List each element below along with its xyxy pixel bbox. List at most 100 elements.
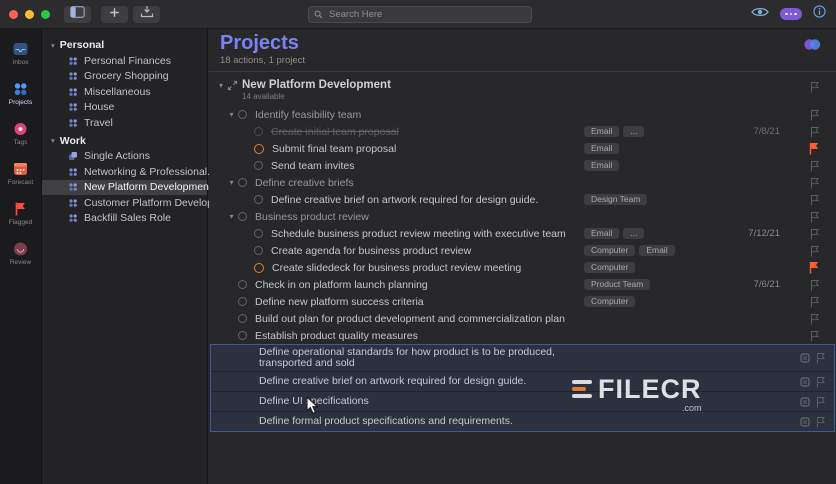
task-row[interactable]: Create initial team proposal Email... 7/8/… — [209, 123, 836, 140]
flag-icon[interactable] — [810, 245, 819, 257]
flag-icon[interactable] — [810, 81, 819, 93]
task-row[interactable]: Create slidedeck for business product re… — [209, 259, 836, 276]
task-row[interactable]: Define new platform success criteria Comp… — [209, 293, 836, 310]
rail-item-flagged[interactable]: Flagged — [0, 200, 41, 226]
task-group-row[interactable]: ▾ Define creative briefs — [209, 174, 836, 191]
sidebar-section-header[interactable]: ▾ Work — [42, 133, 207, 149]
task-row[interactable]: Define creative brief on artwork require… — [209, 191, 836, 208]
task-checkbox[interactable] — [238, 280, 247, 289]
task-title: Create agenda for business product revie… — [271, 244, 472, 257]
task-checkbox[interactable] — [238, 297, 247, 306]
flag-icon[interactable] — [810, 177, 819, 189]
task-checkbox[interactable] — [254, 161, 263, 170]
rail-item-forecast[interactable]: Forecast — [0, 160, 41, 186]
task-checkbox[interactable] — [238, 178, 247, 187]
task-group-row[interactable]: ▾ Business product review — [209, 208, 836, 225]
task-row[interactable]: Define formal product specifications and… — [211, 411, 834, 431]
task-row[interactable]: Check in on platform launch planning Prod… — [209, 276, 836, 293]
task-checkbox[interactable] — [254, 143, 264, 154]
clean-up-button[interactable] — [133, 5, 160, 23]
view-eye-icon[interactable] — [751, 5, 769, 23]
task-row[interactable]: Schedule business product review meeting… — [209, 225, 836, 242]
flag-icon[interactable] — [816, 416, 825, 428]
search-input[interactable] — [327, 8, 526, 21]
add-item-button[interactable] — [101, 5, 128, 23]
task-checkbox[interactable] — [254, 246, 263, 255]
flag-icon[interactable] — [810, 313, 819, 325]
sidebar-item[interactable]: Personal Finances — [42, 53, 207, 69]
task-checkbox[interactable] — [238, 314, 247, 323]
sidebar-item[interactable]: Networking & Professional... — [42, 164, 216, 180]
task-row[interactable]: Establish product quality measures — [209, 327, 836, 344]
flag-icon[interactable] — [810, 228, 819, 240]
flag-icon[interactable] — [809, 261, 819, 274]
sidebar-item[interactable]: Travel — [42, 115, 207, 131]
task-checkbox[interactable] — [254, 262, 264, 273]
drag-handle-icon[interactable] — [800, 397, 810, 407]
tags-zone: Computer — [584, 296, 742, 307]
task-row[interactable]: Send team invites Email — [209, 157, 836, 174]
task-row[interactable]: Submit final team proposal Email — [209, 140, 836, 157]
sidebar-list: ▾ Personal Personal Finances Grocery Shoppi… — [42, 28, 222, 484]
flag-icon[interactable] — [809, 142, 819, 155]
drag-handle-icon[interactable] — [800, 353, 810, 363]
task-title: Submit final team proposal — [272, 142, 397, 155]
task-row[interactable]: Define UI specifications — [211, 391, 834, 411]
flag-icon[interactable] — [810, 296, 819, 308]
sidebar-section-header[interactable]: ▾ Personal — [42, 37, 207, 53]
task-row[interactable]: Define creative brief on artwork require… — [211, 371, 834, 391]
flag-icon[interactable] — [816, 396, 825, 408]
flag-icon[interactable] — [810, 330, 819, 342]
sidebar-item[interactable]: Miscellaneous — [42, 84, 207, 100]
disclosure-triangle-icon[interactable]: ▾ — [215, 81, 227, 90]
flag-icon[interactable] — [810, 109, 819, 121]
task-checkbox[interactable] — [254, 229, 263, 238]
flag-icon[interactable] — [810, 279, 819, 291]
flag-icon[interactable] — [816, 376, 825, 388]
rail-item-projects[interactable]: Projects — [0, 80, 41, 106]
flag-icon[interactable] — [810, 211, 819, 223]
task-row[interactable]: Define operational standards for how pro… — [211, 345, 834, 371]
drag-handle-icon[interactable] — [800, 417, 810, 427]
inspector-info-icon[interactable] — [813, 5, 826, 23]
rail-item-inbox[interactable]: Inbox — [0, 40, 41, 66]
omnifocus-window: Inbox Projects Tags Forecast Flagged Review ▾… — [0, 0, 836, 484]
task-group-row[interactable]: ▾ Identify feasibility team — [209, 106, 836, 123]
sidebar-item-label: Customer Platform Develop... — [84, 196, 222, 209]
sidebar-item[interactable]: House — [42, 100, 207, 116]
flag-icon[interactable] — [816, 352, 825, 364]
minimize-button[interactable] — [25, 9, 34, 19]
rail-item-tags[interactable]: Tags — [0, 120, 41, 146]
sidebar-item[interactable]: Backfill Sales Role — [42, 211, 207, 227]
task-title: Define creative brief on artwork require… — [259, 375, 527, 387]
task-checkbox[interactable] — [238, 212, 247, 221]
sidebar-item[interactable]: New Platform Development — [42, 179, 212, 195]
task-checkbox[interactable] — [238, 110, 247, 119]
disclosure-triangle-icon[interactable]: ▾ — [225, 178, 238, 187]
task-checkbox[interactable] — [238, 331, 247, 340]
sidebar-item[interactable]: Single Actions — [42, 149, 207, 165]
flag-icon[interactable] — [810, 194, 819, 206]
flag-icon[interactable] — [810, 126, 819, 138]
drag-handle-icon[interactable] — [800, 377, 810, 387]
disclosure-triangle-icon[interactable]: ▾ — [225, 110, 238, 119]
date-zone: 7/8/21 — [742, 126, 792, 137]
view-options-icon[interactable] — [802, 37, 822, 57]
task-checkbox[interactable] — [254, 127, 263, 136]
disclosure-triangle-icon[interactable]: ▾ — [51, 136, 55, 145]
search-field[interactable] — [308, 6, 532, 23]
disclosure-triangle-icon[interactable]: ▾ — [51, 41, 55, 50]
rail-item-review[interactable]: Review — [0, 240, 41, 266]
perspective-pill-icon[interactable] — [780, 8, 802, 20]
flag-icon[interactable] — [810, 160, 819, 172]
expand-collapse-icon[interactable] — [227, 80, 242, 91]
close-button[interactable] — [9, 9, 18, 19]
task-row[interactable]: Create agenda for business product revie… — [209, 242, 836, 259]
zoom-button[interactable] — [41, 9, 50, 19]
disclosure-triangle-icon[interactable]: ▾ — [225, 212, 238, 221]
task-checkbox[interactable] — [254, 195, 263, 204]
sidebar-toggle-button[interactable] — [64, 5, 91, 23]
sidebar-item[interactable]: Grocery Shopping — [42, 69, 207, 85]
task-row[interactable]: Build out plan for product development a… — [209, 310, 836, 327]
sidebar-item[interactable]: Customer Platform Develop... — [42, 195, 222, 211]
